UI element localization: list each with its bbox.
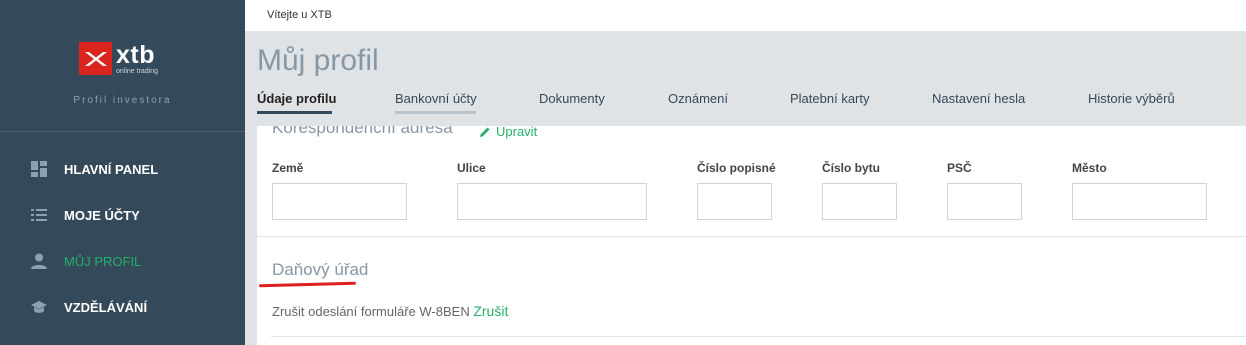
sidebar-item-dashboard[interactable]: HLAVNÍ PANEL	[0, 154, 245, 184]
country-label: Země	[272, 161, 304, 175]
hover-tab-indicator	[395, 111, 476, 114]
profile-content: Korespondenční adresa Upravit Země Ulice…	[257, 126, 1246, 345]
tab-documents[interactable]: Dokumenty	[539, 91, 605, 106]
tab-notifications[interactable]: Oznámení	[668, 91, 728, 106]
apartment-number-field[interactable]	[822, 183, 897, 220]
page-title: Můj profil	[257, 44, 379, 77]
sidebar-caption: Profil investora	[73, 95, 172, 106]
sidebar-item-profile[interactable]: MŮJ PROFIL	[0, 246, 245, 276]
sidebar-item-label: MOJE ÚČTY	[64, 207, 140, 223]
xtb-logo-mark-icon	[79, 42, 112, 75]
active-tab-indicator	[257, 111, 332, 114]
address-section-title: Korespondenční adresa	[272, 126, 453, 137]
section-divider	[257, 236, 1246, 237]
w8ben-cancel-text: Zrušit odeslání formuláře W-8BEN	[272, 304, 470, 319]
xtb-logo[interactable]: xtb online trading	[79, 42, 158, 75]
house-number-label: Číslo popisné	[697, 161, 776, 175]
welcome-text: Vítejte u XTB	[267, 9, 332, 21]
postal-code-field[interactable]	[947, 183, 1022, 220]
tab-payment-cards[interactable]: Platební karty	[790, 91, 870, 106]
country-field[interactable]	[272, 183, 407, 220]
postal-code-label: PSČ	[947, 161, 972, 175]
city-label: Město	[1072, 161, 1107, 175]
top-bar: Vítejte u XTB	[245, 0, 1246, 31]
house-number-field[interactable]	[697, 183, 772, 220]
street-label: Ulice	[457, 161, 486, 175]
logo-subtitle: online trading	[116, 67, 159, 75]
street-field[interactable]	[457, 183, 647, 220]
sidebar: xtb online trading Profil investora HLAV…	[0, 0, 245, 345]
list-icon	[30, 206, 48, 224]
graduation-cap-icon	[30, 298, 48, 316]
cancel-w8ben-link[interactable]: Zrušit	[473, 303, 508, 319]
sidebar-item-education[interactable]: VZDĚLÁVÁNÍ	[0, 292, 245, 322]
sidebar-item-label: VZDĚLÁVÁNÍ	[64, 299, 148, 315]
tab-password-settings[interactable]: Nastavení hesla	[932, 91, 1025, 106]
pencil-icon	[480, 127, 490, 137]
sidebar-item-label: MŮJ PROFIL	[64, 253, 142, 269]
city-field[interactable]	[1072, 183, 1207, 220]
person-icon	[30, 252, 48, 270]
page-header: Můj profil Údaje profilu Bankovní účty D…	[245, 31, 1246, 126]
tab-bank-accounts[interactable]: Bankovní účty	[395, 91, 477, 106]
w8ben-cancel-row: Zrušit odeslání formuláře W-8BEN Zrušit	[272, 303, 508, 319]
dashboard-icon	[30, 160, 48, 178]
edit-address-label: Upravit	[496, 126, 538, 139]
edit-address-link[interactable]: Upravit	[479, 126, 537, 139]
apartment-number-label: Číslo bytu	[822, 161, 881, 175]
section-divider	[271, 336, 1246, 337]
red-annotation-underline	[258, 281, 357, 288]
tax-office-title: Daňový úřad	[272, 260, 369, 279]
logo-brand-text: xtb	[116, 40, 155, 69]
sidebar-item-accounts[interactable]: MOJE ÚČTY	[0, 200, 245, 230]
sidebar-item-label: HLAVNÍ PANEL	[64, 161, 159, 177]
tab-profile-details[interactable]: Údaje profilu	[257, 91, 336, 106]
sidebar-divider	[0, 131, 245, 132]
tab-withdrawal-history[interactable]: Historie výběrů	[1088, 91, 1175, 106]
